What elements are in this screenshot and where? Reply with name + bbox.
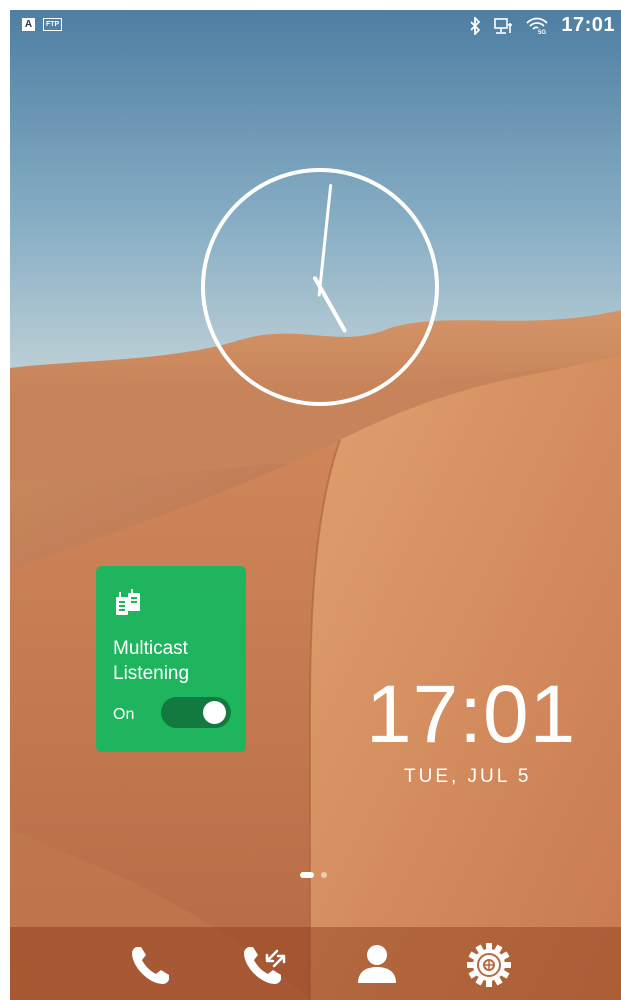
home-screen: A FTP 5G 17:01 Multicast Listening On 17…: [10, 10, 621, 1000]
ftp-indicator-icon: FTP: [43, 18, 63, 31]
status-time: 17:01: [561, 14, 615, 36]
digital-clock-date: TUE, JUL 5: [404, 766, 532, 787]
widget-state-label: On: [113, 706, 135, 723]
settings-gear-icon[interactable]: [461, 937, 517, 993]
indicator-a-icon: A: [22, 18, 35, 31]
network-monitor-icon: [494, 17, 513, 34]
phone-icon[interactable]: [123, 937, 179, 993]
contacts-icon[interactable]: [349, 937, 405, 993]
dock: [10, 927, 621, 1000]
call-history-icon[interactable]: [237, 937, 293, 993]
status-bar: A FTP 5G 17:01: [10, 10, 621, 44]
bluetooth-icon: [470, 16, 481, 35]
walkie-talkie-icon: [116, 589, 140, 615]
analog-clock: [201, 168, 439, 406]
page-dot: [321, 872, 327, 878]
svg-text:5G: 5G: [538, 30, 546, 35]
toggle-knob: [203, 701, 226, 724]
page-indicator: [300, 872, 327, 878]
wifi-5g-icon: 5G: [526, 17, 548, 35]
widget-title: Multicast Listening: [113, 638, 190, 684]
multicast-toggle[interactable]: [161, 697, 231, 728]
page-dot-active: [300, 872, 314, 878]
desert-wallpaper: [10, 10, 621, 1000]
multicast-listening-widget[interactable]: Multicast Listening On: [96, 566, 246, 752]
digital-clock-time: 17:01: [366, 669, 577, 760]
clock-minute-hand: [317, 184, 333, 297]
